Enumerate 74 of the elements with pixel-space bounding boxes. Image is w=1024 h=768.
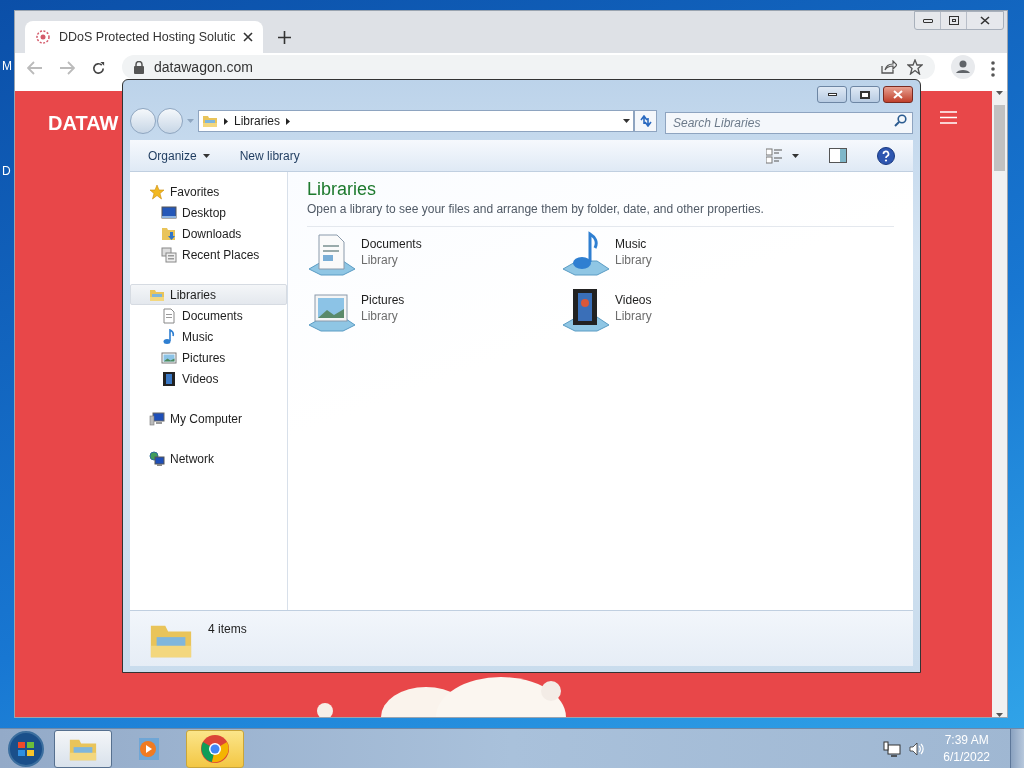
menu-icon[interactable] [991, 61, 995, 77]
navigation-item[interactable]: Documents [130, 305, 287, 326]
navigation-item[interactable]: My Computer [130, 408, 287, 429]
caret-icon [792, 153, 799, 158]
site-favicon-icon [35, 29, 51, 45]
menu-icon[interactable] [940, 111, 957, 124]
preview-pane-icon[interactable] [829, 148, 847, 163]
page-description: Open a library to see your files and arrange them by folder, date, and other properties. [307, 201, 765, 218]
toolbar-button[interactable]: New library [239, 146, 300, 165]
taskbar-button[interactable] [54, 729, 112, 768]
volume-icon[interactable] [909, 740, 926, 757]
document-icon [161, 307, 177, 324]
close-icon[interactable] [243, 32, 253, 42]
close-icon [893, 90, 903, 99]
desktop-icon-label: D [2, 163, 11, 180]
scroll-down-icon [996, 713, 1003, 717]
site-logo: DATAW [48, 111, 119, 136]
address-bar[interactable]: Libraries [198, 110, 634, 132]
navigation-item[interactable]: Favorites [130, 181, 287, 202]
download-folder-icon [161, 225, 177, 242]
navigation-item[interactable]: Videos [130, 368, 287, 389]
view-options-icon[interactable] [766, 147, 784, 164]
new-tab-icon[interactable] [278, 31, 291, 44]
item-count: 4 items [208, 621, 247, 638]
library-item[interactable]: Pictures Library [307, 287, 561, 337]
library-item[interactable]: Music Library [561, 231, 815, 281]
search-icon [894, 114, 907, 127]
network-icon[interactable] [883, 740, 902, 757]
network-icon [149, 450, 165, 467]
navigation-item[interactable]: Music [130, 326, 287, 347]
library-item[interactable]: Documents Library [307, 231, 561, 281]
navigation-item[interactable]: Pictures [130, 347, 287, 368]
close-button[interactable] [883, 86, 913, 103]
navigation-item[interactable]: Desktop [130, 202, 287, 223]
minimize-button[interactable] [817, 86, 847, 103]
taskbar-button[interactable] [186, 729, 244, 768]
recent-places-icon [161, 246, 177, 263]
navigation-item[interactable]: Libraries [130, 284, 287, 305]
breadcrumb-arrow-icon [224, 117, 228, 125]
start-button[interactable] [6, 729, 46, 768]
browser-logo-icon [200, 733, 230, 764]
music-note-icon [161, 328, 177, 345]
scrollbar[interactable] [992, 91, 1007, 717]
page-heading: Libraries [307, 178, 378, 200]
caret-icon [623, 119, 630, 123]
navigation-item[interactable]: Downloads [130, 223, 287, 244]
reload-icon[interactable] [91, 61, 106, 76]
library-item[interactable]: Videos Library [561, 287, 815, 337]
maximize-button[interactable] [850, 86, 880, 103]
star-icon [149, 183, 165, 200]
show-desktop-button[interactable] [1010, 728, 1024, 768]
caret-icon [202, 153, 210, 158]
refresh-button[interactable] [634, 110, 657, 132]
film-strip-icon [161, 370, 177, 387]
lock-icon [134, 60, 144, 74]
navigation-item[interactable]: Network [130, 448, 287, 469]
picture-icon [161, 349, 177, 366]
breadcrumb-arrow-icon [286, 117, 291, 125]
refresh-icon [638, 115, 653, 127]
share-icon[interactable] [881, 60, 897, 74]
scrollbar-thumb[interactable] [994, 105, 1005, 171]
search-field[interactable]: Search Libraries [665, 112, 913, 134]
library-folder-icon [202, 113, 218, 129]
address-bar[interactable]: datawagon.com [122, 55, 935, 79]
close-icon [980, 16, 990, 25]
desktop-icon [161, 204, 177, 221]
menu-button[interactable]: Organize [148, 146, 210, 165]
bookmark-star-icon[interactable] [907, 59, 923, 75]
history-caret-icon [187, 119, 194, 123]
help-icon[interactable] [877, 146, 895, 165]
profile-icon[interactable] [951, 55, 975, 79]
desktop-icon-label: M [2, 58, 12, 75]
computer-icon [149, 410, 165, 427]
navigation-item[interactable]: Recent Places [130, 244, 287, 265]
